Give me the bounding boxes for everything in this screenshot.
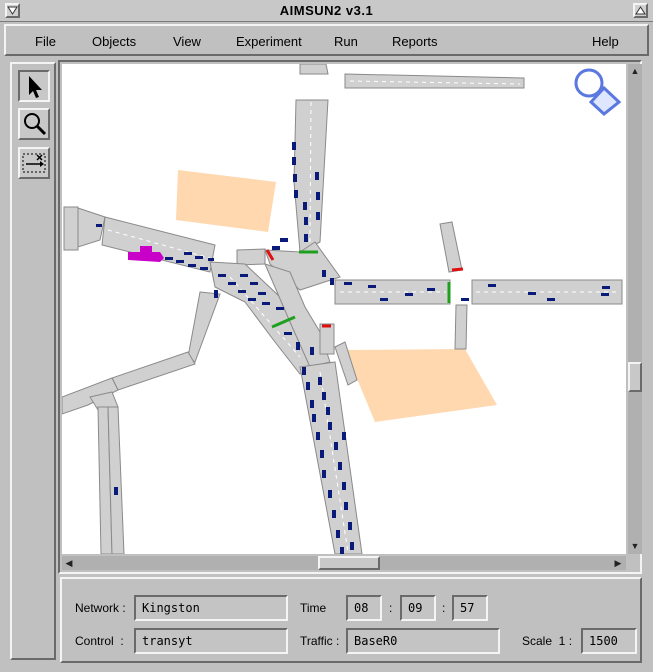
zoom-tool-button[interactable] (18, 108, 50, 140)
block-area (176, 170, 276, 232)
scale-label: Scale 1 : (522, 634, 573, 648)
title-bar[interactable]: AIMSUN2 v3.1 (0, 0, 653, 22)
link-icon (22, 153, 46, 173)
scroll-up-icon[interactable]: ▲ (629, 65, 641, 77)
network-view-frame: ▲ ▼ ◀ ▶ (58, 60, 642, 574)
menu-file[interactable]: File (35, 34, 56, 49)
magnifier-icon (24, 113, 47, 136)
time-seconds-field[interactable]: 57 (452, 595, 488, 621)
link-tool-button[interactable] (18, 147, 50, 179)
triangle-up-icon (635, 6, 646, 15)
menu-bar: File Objects View Experiment Run Reports… (4, 24, 649, 56)
network-field[interactable]: Kingston (134, 595, 288, 621)
lane-markings (107, 80, 618, 553)
select-tool-button[interactable] (18, 70, 50, 102)
control-label: Control : (75, 634, 124, 648)
vertical-scroll-thumb[interactable] (628, 362, 642, 392)
menu-help[interactable]: Help (592, 34, 619, 49)
time-separator: : (442, 601, 446, 615)
menu-experiment[interactable]: Experiment (236, 34, 302, 49)
scroll-down-icon[interactable]: ▼ (629, 540, 641, 552)
scroll-left-icon[interactable]: ◀ (63, 557, 75, 569)
time-hours-field[interactable]: 08 (346, 595, 382, 621)
time-label: Time (300, 601, 327, 615)
menu-run[interactable]: Run (334, 34, 358, 49)
scale-field[interactable]: 1500 (581, 628, 637, 654)
network-map[interactable] (62, 64, 626, 554)
vertical-scrollbar[interactable]: ▲ ▼ (628, 64, 642, 554)
network-label: Network : (75, 601, 126, 615)
traffic-field[interactable]: BaseR0 (346, 628, 500, 654)
control-field[interactable]: transyt (134, 628, 288, 654)
block-area (345, 349, 497, 422)
arrow-icon (29, 76, 42, 98)
road-network (62, 64, 623, 554)
scroll-right-icon[interactable]: ▶ (612, 557, 624, 569)
window-title: AIMSUN2 v3.1 (279, 3, 374, 18)
time-separator: : (389, 601, 393, 615)
maximize-button[interactable] (633, 3, 648, 18)
network-canvas[interactable] (62, 64, 626, 554)
menu-objects[interactable]: Objects (92, 34, 136, 49)
status-panel: Network : Kingston Control : transyt Tim… (60, 577, 642, 663)
time-minutes-field[interactable]: 09 (400, 595, 436, 621)
traffic-label: Traffic : (300, 634, 340, 648)
menu-reports[interactable]: Reports (392, 34, 438, 49)
horizontal-scrollbar[interactable]: ◀ ▶ (62, 556, 626, 570)
horizontal-scroll-thumb[interactable] (318, 556, 380, 570)
aimsun-logo-icon (574, 68, 622, 116)
tool-palette (10, 62, 56, 660)
menu-view[interactable]: View (173, 34, 201, 49)
